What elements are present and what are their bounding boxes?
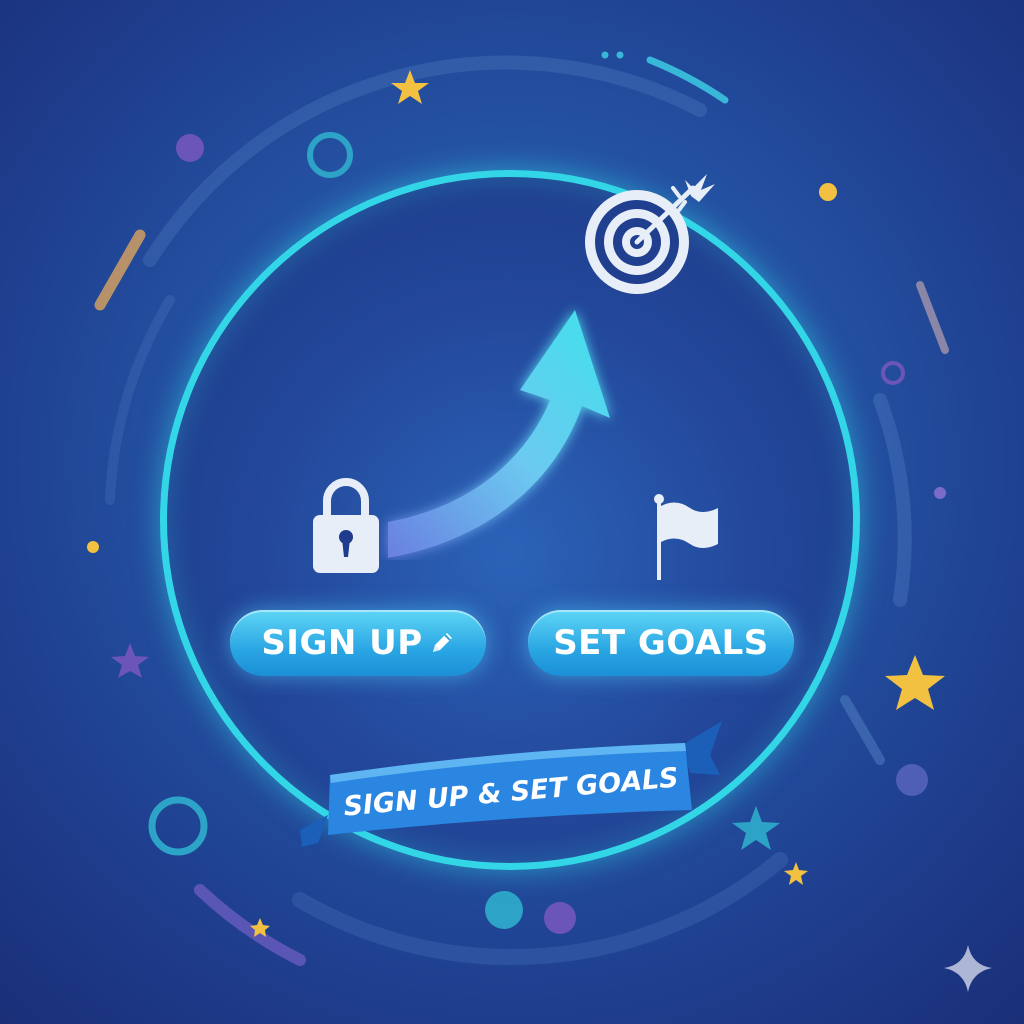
sign-up-button[interactable]: SIGN UP bbox=[230, 610, 486, 676]
target-icon bbox=[585, 174, 715, 294]
pencil-icon bbox=[432, 633, 452, 652]
star-icon bbox=[732, 806, 780, 850]
set-goals-button[interactable]: SET GOALS bbox=[528, 610, 794, 676]
star-icon bbox=[111, 643, 149, 678]
sign-up-label: SIGN UP bbox=[261, 623, 423, 663]
star-icon bbox=[784, 862, 808, 885]
star-icon bbox=[885, 655, 945, 710]
set-goals-label: SET GOALS bbox=[553, 623, 769, 663]
sparkle-icon bbox=[944, 945, 992, 992]
arrow-icon bbox=[388, 310, 610, 558]
flag-icon bbox=[654, 494, 718, 580]
lock-icon bbox=[313, 478, 379, 573]
